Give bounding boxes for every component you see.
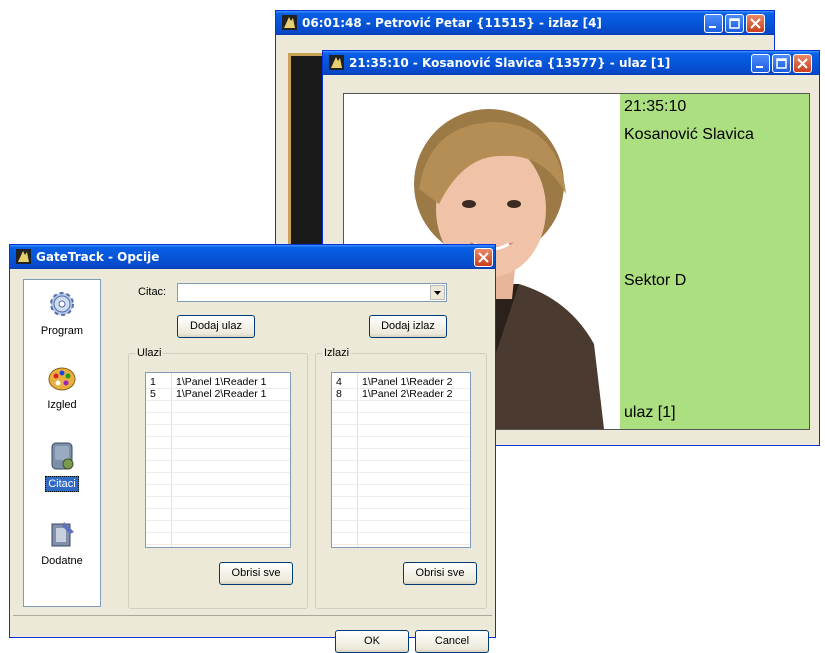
maximize-icon	[776, 58, 787, 69]
list-item-empty	[146, 473, 290, 485]
list-item-empty	[332, 401, 470, 413]
list-item-empty	[146, 425, 290, 437]
minimize-icon	[709, 26, 716, 28]
cancel-button[interactable]: Cancel	[415, 630, 489, 653]
back-window-title: 06:01:48 - Petrović Petar {11515} - izla…	[302, 16, 602, 30]
list-item-empty	[332, 533, 470, 545]
entry-path: 1\Panel 1\Reader 1	[176, 376, 267, 388]
list-item-empty	[332, 449, 470, 461]
list-item-empty	[332, 497, 470, 509]
palette-icon	[48, 367, 76, 391]
list-item-empty	[332, 437, 470, 449]
list-item-empty	[146, 401, 290, 413]
entries-group-label: Ulazi	[135, 347, 164, 359]
close-icon	[478, 252, 489, 263]
list-item-empty	[332, 461, 470, 473]
list-item[interactable]: 5 1\Panel 2\Reader 1	[146, 389, 290, 401]
exit-id: 4	[336, 376, 342, 388]
list-item-empty	[146, 497, 290, 509]
list-item-empty	[146, 449, 290, 461]
exit-path: 1\Panel 1\Reader 2	[362, 376, 453, 388]
nav-item-program[interactable]: Program	[24, 288, 100, 338]
exits-group-label: Izlazi	[322, 347, 352, 359]
ok-button[interactable]: OK	[335, 630, 409, 653]
entry-id: 1	[150, 376, 156, 388]
close-button[interactable]	[746, 14, 765, 33]
maximize-icon	[729, 18, 740, 29]
maximize-button[interactable]	[725, 14, 744, 33]
list-item-empty	[332, 473, 470, 485]
options-dialog-title: GateTrack - Opcije	[36, 250, 160, 264]
minimize-button[interactable]	[751, 54, 770, 73]
close-icon	[797, 58, 808, 69]
options-nav: Program Izgled Citaci Dodatne	[23, 279, 101, 607]
addons-icon	[51, 522, 74, 547]
list-item-empty	[146, 509, 290, 521]
list-item-empty	[146, 437, 290, 449]
front-window-titlebar[interactable]: 21:35:10 - Kosanović Slavica {13577} - u…	[323, 51, 819, 75]
add-exit-button[interactable]: Dodaj izlaz	[369, 315, 447, 338]
list-item-empty	[332, 485, 470, 497]
exit-path: 1\Panel 2\Reader 2	[362, 388, 453, 400]
gatetrack-app-icon	[16, 249, 31, 264]
scan-time: 21:35:10	[624, 98, 687, 115]
close-icon	[750, 18, 761, 29]
list-item-empty	[332, 425, 470, 437]
citac-select[interactable]	[177, 283, 447, 302]
nav-item-label: Citaci	[45, 476, 79, 492]
exits-group: Izlazi 4 1\Panel 1\Reader 2 8 1\Panel 2\…	[315, 347, 487, 609]
exit-id: 8	[336, 388, 342, 400]
options-dialog[interactable]: GateTrack - Opcije Program Izgled Citaci…	[9, 244, 496, 653]
entry-path: 1\Panel 2\Reader 1	[176, 388, 267, 400]
reader-icon	[51, 442, 74, 470]
back-window-titlebar[interactable]: 06:01:48 - Petrović Petar {11515} - izla…	[276, 11, 774, 35]
options-dialog-body: Program Izgled Citaci Dodatne Citac: Dod…	[13, 269, 492, 653]
scan-direction: ulaz [1]	[624, 404, 676, 421]
list-item[interactable]: 8 1\Panel 2\Reader 2	[332, 389, 470, 401]
person-name: Kosanović Slavica	[624, 126, 754, 143]
dropdown-button[interactable]	[430, 285, 445, 300]
nav-item-citaci[interactable]: Citaci	[24, 440, 100, 492]
list-item-empty	[146, 485, 290, 497]
person-sector: Sektor D	[624, 272, 687, 289]
list-item-empty	[332, 413, 470, 425]
exits-list[interactable]: 4 1\Panel 1\Reader 2 8 1\Panel 2\Reader …	[331, 372, 471, 548]
minimize-button[interactable]	[704, 14, 723, 33]
nav-item-label: Izgled	[47, 399, 77, 411]
options-dialog-titlebar[interactable]: GateTrack - Opcije	[10, 245, 495, 269]
gatetrack-app-icon	[282, 15, 297, 30]
nav-item-label: Dodatne	[41, 555, 83, 567]
entry-id: 5	[150, 388, 156, 400]
entries-group: Ulazi 1 1\Panel 1\Reader 1 5 1\Panel 2\R…	[128, 347, 308, 609]
footer-divider	[13, 615, 492, 616]
maximize-button[interactable]	[772, 54, 791, 73]
nav-item-izgled[interactable]: Izgled	[24, 362, 100, 412]
nav-item-label: Program	[40, 325, 84, 337]
list-item-empty	[146, 533, 290, 545]
chevron-down-icon	[434, 291, 441, 295]
citac-label: Citac:	[138, 286, 167, 298]
clear-entries-button[interactable]: Obrisi sve	[219, 562, 293, 585]
entries-list[interactable]: 1 1\Panel 1\Reader 1 5 1\Panel 2\Reader …	[145, 372, 291, 548]
list-item-empty	[146, 461, 290, 473]
add-entry-button[interactable]: Dodaj ulaz	[177, 315, 255, 338]
list-item-empty	[146, 521, 290, 533]
front-window-title: 21:35:10 - Kosanović Slavica {13577} - u…	[349, 56, 671, 70]
minimize-icon	[756, 66, 763, 68]
gear-icon	[50, 292, 74, 316]
nav-item-dodatne[interactable]: Dodatne	[24, 518, 100, 568]
clear-exits-button[interactable]: Obrisi sve	[403, 562, 477, 585]
gatetrack-app-icon	[329, 55, 344, 70]
list-item-empty	[332, 521, 470, 533]
list-item-empty	[332, 509, 470, 521]
list-item-empty	[146, 413, 290, 425]
close-button[interactable]	[474, 248, 493, 267]
close-button[interactable]	[793, 54, 812, 73]
